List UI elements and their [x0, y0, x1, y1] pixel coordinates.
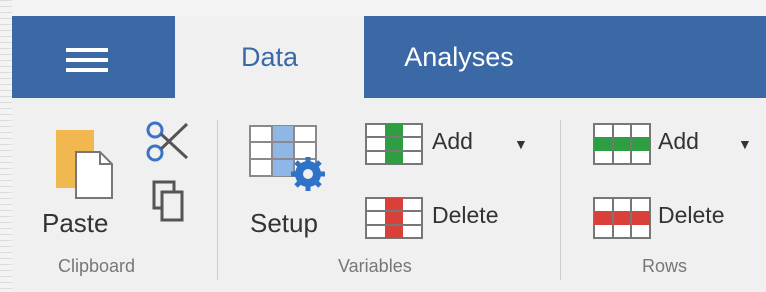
tab-data-label: Data — [240, 41, 299, 72]
paste-button[interactable]: Paste — [40, 124, 120, 264]
delete-row-icon — [593, 197, 651, 239]
add-column-icon — [365, 123, 423, 165]
copy-button[interactable] — [150, 180, 190, 224]
rows-add-button[interactable]: Add ▼ — [592, 122, 766, 166]
scissors-icon — [146, 121, 189, 162]
window-edge — [0, 0, 12, 292]
tab-analyses-label: Analyses — [404, 41, 514, 72]
rows-delete-label: Delete — [658, 202, 725, 228]
separator — [560, 120, 561, 280]
clipboard-group-label: Clipboard — [58, 256, 136, 276]
paste-label: Paste — [42, 208, 109, 238]
variables-group-label: Variables — [338, 256, 412, 276]
caret-down-icon: ▼ — [514, 136, 528, 152]
variables-add-button[interactable]: Add ▼ — [364, 122, 554, 166]
tab-data[interactable]: Data — [175, 16, 364, 98]
title-strip — [12, 0, 766, 16]
hamburger-icon[interactable] — [66, 48, 108, 72]
rows-delete-button[interactable]: Delete — [592, 196, 766, 240]
separator — [217, 120, 218, 280]
rows-group-label: Rows — [642, 256, 688, 276]
variables-delete-button[interactable]: Delete — [364, 196, 554, 240]
caret-down-icon: ▼ — [738, 136, 752, 152]
rows-add-label: Add — [658, 128, 699, 154]
setup-button[interactable]: Setup — [248, 124, 340, 264]
cut-button[interactable] — [143, 120, 193, 164]
delete-column-icon — [365, 197, 423, 239]
variables-delete-label: Delete — [432, 202, 499, 228]
add-row-icon — [593, 123, 651, 165]
variables-add-label: Add — [432, 128, 473, 154]
paste-icon — [56, 130, 113, 199]
setup-label: Setup — [250, 208, 318, 238]
tab-analyses[interactable]: Analyses — [364, 16, 554, 98]
setup-gear-icon — [249, 125, 325, 191]
copy-icon — [152, 180, 184, 222]
app-window: Data Analyses Paste Clipboard Setup Add … — [12, 0, 766, 292]
